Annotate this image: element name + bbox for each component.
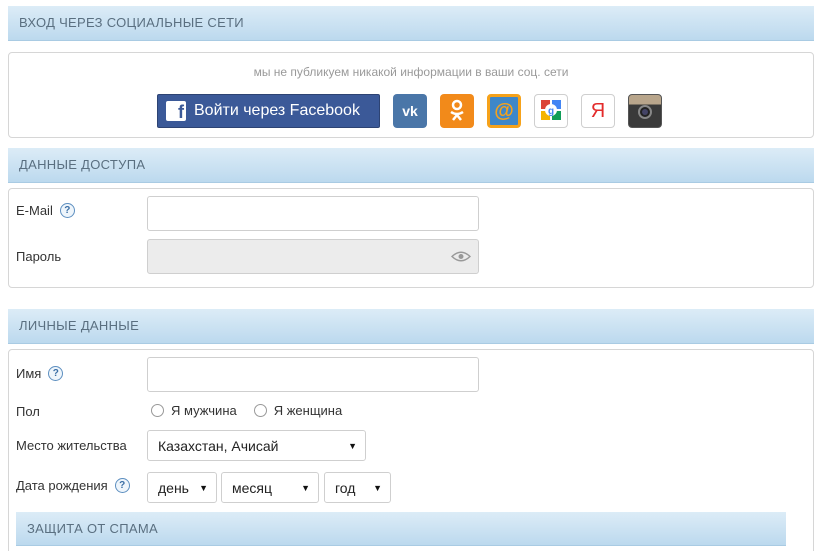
birthdate-label-row: Дата рождения ? [16,478,130,493]
facebook-login-label: Войти через Facebook [194,102,360,119]
instagram-icon[interactable] [628,94,662,128]
email-label-row: E-Mail ? [16,203,75,218]
yandex-icon-text: Я [590,99,606,122]
personal-data-panel: Имя ? Пол Я мужчина Я женщина Место жите… [8,349,814,551]
mailru-icon[interactable]: @ [487,94,521,128]
birth-month-select[interactable]: месяц ▼ [221,472,319,503]
birth-day-select[interactable]: день ▼ [147,472,217,503]
location-label: Место жительства [16,438,127,453]
birth-day-value: день [158,479,189,496]
name-field[interactable] [147,357,479,392]
access-data-panel: E-Mail ? Пароль [8,188,814,288]
facebook-icon: f [166,101,186,121]
birthdate-help-icon[interactable]: ? [114,478,130,493]
password-field[interactable] [147,239,479,274]
access-data-header: ДАННЫЕ ДОСТУПА [8,148,814,183]
email-label: E-Mail [16,203,53,218]
dropdown-arrow-icon: ▼ [199,483,208,493]
google-plus-icon[interactable]: g [534,94,568,128]
radio-circle[interactable] [151,404,164,417]
password-label: Пароль [16,249,62,264]
name-help-icon[interactable]: ? [48,366,64,381]
location-select[interactable]: Казахстан, Ачисай ▼ [147,430,366,461]
social-notice: мы не публикуем никакой информации в ваш… [253,65,569,79]
birth-year-select[interactable]: год ▼ [324,472,391,503]
mailru-icon-text: @ [494,99,514,122]
birth-month-value: месяц [232,479,273,496]
dropdown-arrow-icon: ▼ [348,441,357,451]
radio-circle[interactable] [253,404,267,417]
social-login-panel: мы не публикуем никакой информации в ваш… [8,52,814,138]
gender-male-radio[interactable]: Я мужчина [151,403,237,418]
social-login-header: ВХОД ЧЕРЕЗ СОЦИАЛЬНЫЕ СЕТИ [8,6,814,41]
spam-protection-header: ЗАЩИТА ОТ СПАМА [16,512,786,546]
gender-male-label: Я мужчина [171,403,237,418]
personal-data-header: ЛИЧНЫЕ ДАННЫЕ [8,309,814,344]
vk-icon[interactable]: vk [393,94,427,128]
yandex-icon[interactable]: Я [581,94,615,128]
birthdate-label: Дата рождения [16,478,108,493]
odnoklassniki-icon[interactable] [440,94,474,128]
gender-female-label: Я женщина [273,403,343,418]
password-label-row: Пароль [16,249,61,264]
facebook-login-button[interactable]: f Войти через Facebook [157,94,380,128]
name-label-row: Имя ? [16,366,64,381]
email-help-icon[interactable]: ? [59,203,75,218]
gender-female-radio[interactable]: Я женщина [253,403,343,418]
dropdown-arrow-icon: ▼ [301,483,310,493]
email-field[interactable] [147,196,479,231]
svg-text:g: g [548,106,554,117]
social-buttons: f Войти через Facebook vk @ g Я [157,93,662,129]
birth-year-value: год [335,479,356,496]
name-label: Имя [16,366,42,381]
dropdown-arrow-icon: ▼ [373,483,382,493]
gender-label: Пол [16,404,40,419]
location-value: Казахстан, Ачисай [158,437,279,454]
show-password-icon[interactable] [451,250,471,263]
vk-icon-text: vk [402,103,418,119]
gender-options: Я мужчина Я женщина [151,403,342,418]
